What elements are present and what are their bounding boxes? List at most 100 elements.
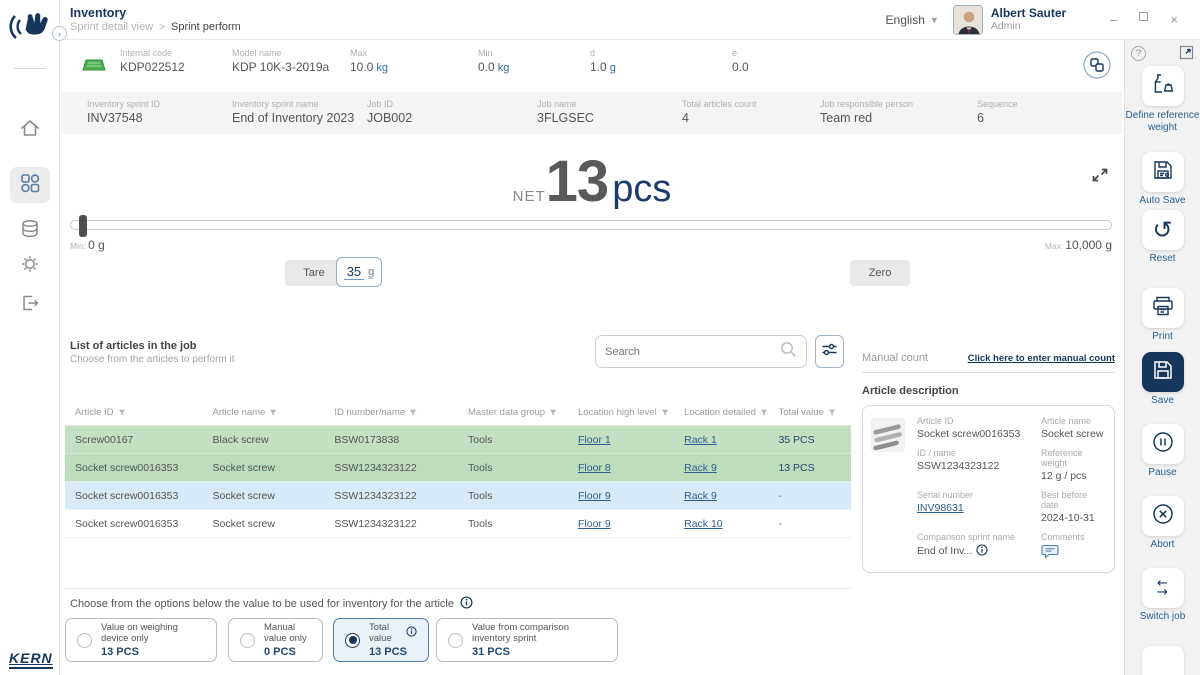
slider-handle[interactable] — [79, 215, 87, 237]
define-reference-weight-button[interactable] — [1142, 66, 1184, 106]
location-detail-link[interactable]: Rack 9 — [684, 490, 717, 502]
radio-selected[interactable] — [345, 633, 360, 648]
field-unit: kg — [498, 62, 510, 74]
cell-article-name: Socket screw — [203, 518, 325, 530]
field-internal-code: Internal code KDP022512 — [120, 48, 185, 76]
reset-icon: ↺ — [1152, 220, 1172, 240]
location-detail-link[interactable]: Rack 1 — [684, 434, 717, 446]
option-manual-value[interactable]: Manual value only 0 PCS — [228, 618, 323, 662]
close-button[interactable]: × — [1170, 12, 1178, 27]
field-label: Job ID — [367, 99, 412, 109]
sidebar-item-database[interactable] — [10, 213, 50, 249]
field-max: Max 10.0kg — [350, 48, 388, 76]
comment-icon[interactable] — [1041, 550, 1059, 562]
col-location-high[interactable]: Location high level — [568, 407, 674, 418]
main-content: Internal code KDP022512 Model name KDP 1… — [60, 40, 1124, 675]
field-model-name: Model name KDP 10K-3-2019a — [232, 48, 329, 76]
filter-icon — [118, 409, 126, 417]
database-icon — [19, 218, 41, 245]
pause-label: Pause — [1125, 467, 1200, 479]
info-icon[interactable] — [406, 626, 417, 640]
table-row-selected[interactable]: Socket screw0016353 Socket screw SSW1234… — [65, 482, 851, 510]
sidebar-item-home[interactable] — [10, 112, 50, 148]
cell-master-group: Tools — [458, 434, 568, 446]
switch-job-button[interactable]: ←→ — [1142, 568, 1184, 608]
slider-minmax: Min:0 g Max:10,000 g — [70, 236, 1112, 254]
print-label: Print — [1125, 331, 1200, 343]
sidebar-collapse-toggle[interactable]: › — [52, 26, 67, 41]
table-row[interactable]: Screw00167 Black screw BSW0173838 Tools … — [65, 426, 851, 454]
pause-button[interactable] — [1142, 424, 1184, 464]
location-high-link[interactable]: Floor 9 — [578, 490, 611, 502]
location-high-link[interactable]: Floor 8 — [578, 462, 611, 474]
col-total-value[interactable]: Total value — [768, 407, 851, 418]
serial-number-link[interactable]: INV98631 — [917, 502, 964, 514]
zero-button[interactable]: Zero — [850, 260, 910, 286]
ad-comparison-sprint: Comparison sprint name End of Inv... — [917, 532, 1035, 562]
location-detail-link[interactable]: Rack 9 — [684, 462, 717, 474]
breadcrumb-parent[interactable]: Sprint detail view — [70, 21, 153, 33]
action-sidebar: ? Define reference weight — [1124, 40, 1200, 675]
location-detail-link[interactable]: Rack 10 — [684, 518, 723, 530]
search-input[interactable] — [605, 346, 780, 358]
info-icon[interactable] — [976, 544, 988, 559]
col-master-group[interactable]: Master data group — [458, 407, 568, 418]
sidebar-item-logout[interactable] — [10, 287, 50, 323]
field-total-articles: Total articles count 4 — [682, 99, 757, 127]
more-button[interactable] — [1142, 646, 1184, 675]
pause-icon — [1151, 430, 1175, 459]
table-row[interactable]: Socket screw0016353 Socket screw SSW1234… — [65, 510, 851, 538]
abort-button[interactable] — [1142, 496, 1184, 536]
switch-job-label: Switch job — [1125, 611, 1200, 623]
ad-serial-number: Serial number INV98631 — [917, 490, 1035, 524]
option-comparison-sprint[interactable]: Value from comparison inventory sprint 3… — [436, 618, 618, 662]
sidebar-item-settings[interactable] — [10, 248, 50, 284]
app-window: › — [0, 0, 1200, 675]
print-button[interactable] — [1142, 288, 1184, 328]
location-high-link[interactable]: Floor 1 — [578, 434, 611, 446]
sidebar-item-inventory[interactable] — [10, 167, 50, 203]
reference-weight-icon — [1151, 73, 1175, 100]
autosave-label: Auto Save — [1125, 195, 1200, 207]
expand-panel-icon[interactable] — [1179, 45, 1194, 65]
col-article-id[interactable]: Article ID — [65, 407, 203, 418]
filter-settings-button[interactable] — [815, 335, 844, 368]
article-list-header: List of articles in the job Choose from … — [70, 340, 235, 365]
language-selector[interactable]: English ▼ — [886, 13, 939, 27]
option-weighing-device[interactable]: Value on weighing device only 13 PCS — [65, 618, 217, 662]
cell-article-id: Socket screw0016353 — [65, 518, 203, 530]
user-account[interactable]: Albert Sauter Admin — [953, 5, 1066, 35]
info-icon[interactable] — [460, 596, 473, 612]
minimize-button[interactable]: – — [1110, 12, 1117, 27]
help-icon[interactable]: ? — [1131, 46, 1146, 61]
tare-button[interactable]: Tare — [285, 260, 343, 286]
logout-icon — [19, 292, 41, 319]
col-article-name[interactable]: Article name — [203, 407, 325, 418]
col-location-detail[interactable]: Location detailed — [674, 407, 768, 418]
col-id-number[interactable]: ID number/name — [324, 407, 458, 418]
autosave-button[interactable] — [1142, 152, 1184, 192]
avatar — [953, 5, 983, 35]
top-header: Inventory Sprint detail view > Sprint pe… — [60, 0, 1200, 40]
manual-count-link[interactable]: Click here to enter manual count — [968, 353, 1115, 364]
radio-unselected[interactable] — [448, 633, 463, 648]
reset-button[interactable]: ↺ — [1142, 210, 1184, 250]
weight-range-slider[interactable] — [70, 220, 1112, 230]
switch-device-icon[interactable] — [1082, 50, 1112, 80]
tare-value[interactable]: 35 — [344, 264, 364, 280]
table-row[interactable]: Socket screw0016353 Socket screw SSW1234… — [65, 454, 851, 482]
tare-value-input[interactable]: 35 g — [336, 257, 382, 287]
maximize-button[interactable] — [1139, 12, 1148, 21]
radio-unselected[interactable] — [77, 633, 92, 648]
location-high-link[interactable]: Floor 9 — [578, 518, 611, 530]
ad-comments: Comments — [1041, 532, 1104, 562]
filter-icon — [661, 409, 669, 417]
page-title: Inventory — [70, 6, 241, 20]
radio-unselected[interactable] — [240, 633, 255, 648]
option-total-value[interactable]: Total value 13 PCS — [333, 618, 429, 662]
save-button[interactable] — [1142, 352, 1184, 392]
breadcrumb-current: Sprint perform — [171, 21, 241, 33]
switch-job-icon: ←→ — [1157, 579, 1168, 597]
ad-best-before: Best before date 2024-10-31 — [1041, 490, 1104, 524]
search-box[interactable] — [595, 335, 807, 368]
